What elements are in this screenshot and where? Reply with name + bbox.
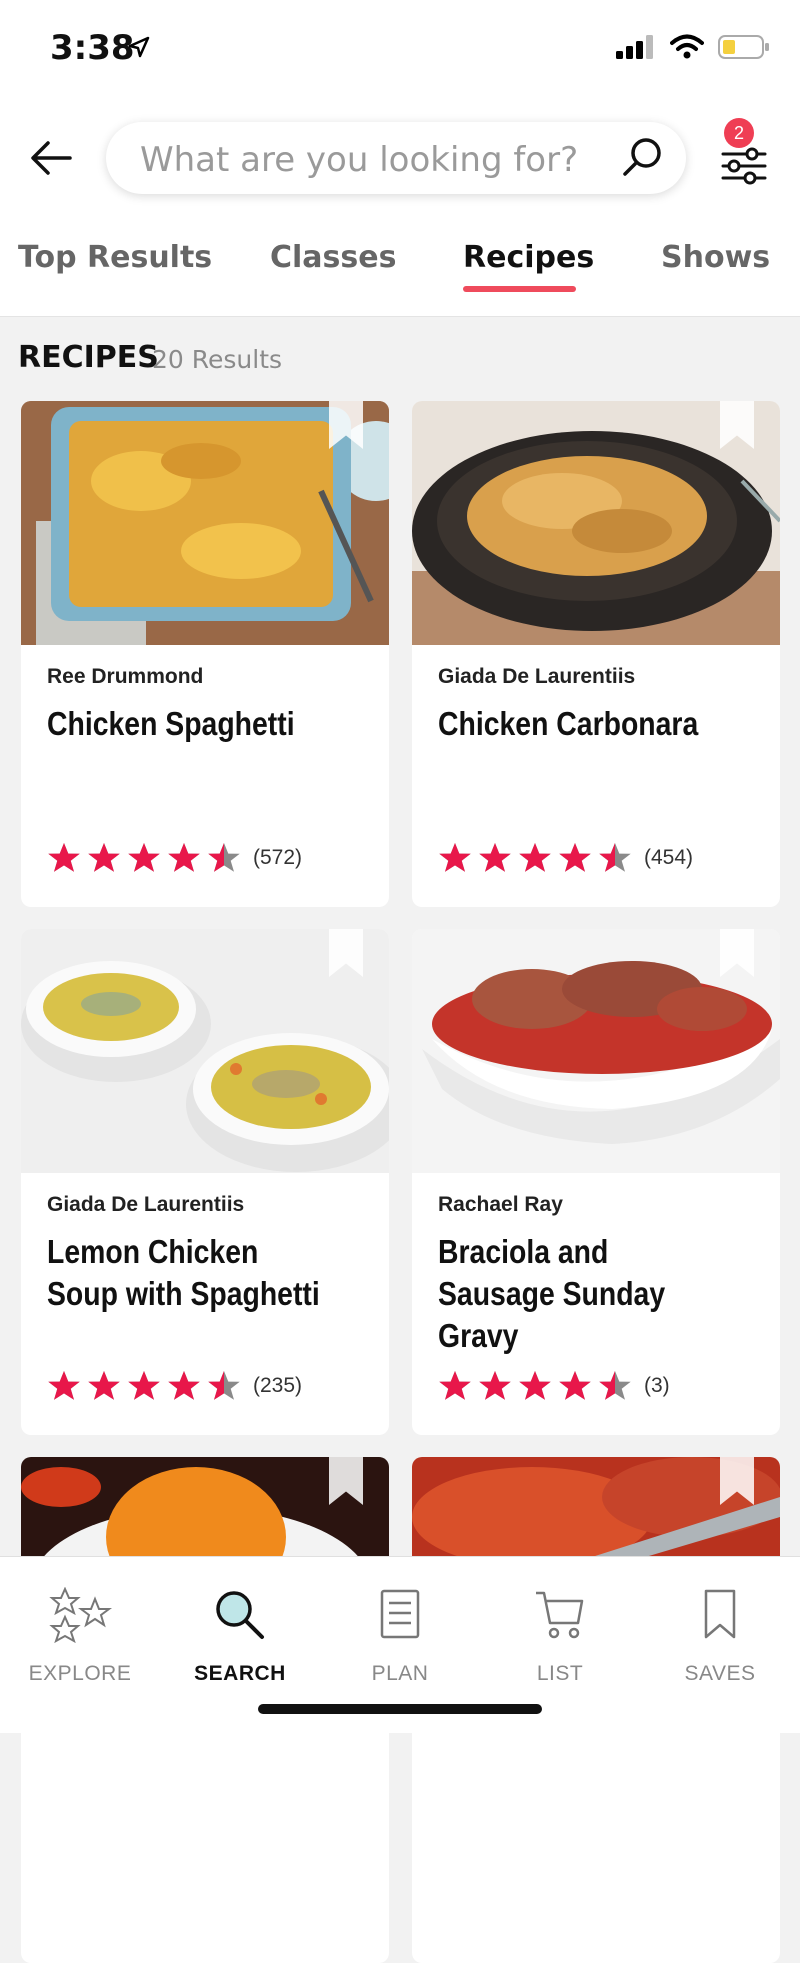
nav-label: EXPLORE: [28, 1662, 132, 1685]
results-count: 20 Results: [152, 345, 283, 374]
recipe-title[interactable]: Braciola and Sausage Sunday Gravy: [438, 1231, 713, 1357]
stars-icon: [49, 1586, 112, 1644]
rating-count: (454): [644, 846, 694, 869]
search-header: What are you looking for? 2: [0, 100, 800, 210]
star-full-icon: [439, 843, 471, 872]
recipe-card[interactable]: Rachael Ray Braciola and Sausage Sunday …: [412, 929, 780, 1435]
rating-count: (235): [253, 1374, 303, 1397]
star-rating: (235): [47, 1369, 302, 1403]
cart-icon: [536, 1591, 584, 1639]
recipe-title[interactable]: Chicken Spaghetti: [47, 703, 322, 745]
nav-label: SEARCH: [194, 1662, 286, 1685]
nav-label: SAVES: [684, 1662, 756, 1685]
star-full-icon: [559, 843, 591, 872]
recipe-title[interactable]: Lemon Chicken Soup with Spaghetti: [47, 1231, 322, 1315]
star-full-icon: [48, 843, 80, 872]
recipe-card[interactable]: Ree Drummond Chicken Spaghetti (572): [21, 401, 389, 907]
star-full-icon: [519, 1371, 551, 1400]
star-full-icon: [519, 843, 551, 872]
star-full-icon: [48, 1371, 80, 1400]
star-rating: (572): [47, 841, 302, 875]
active-tab-indicator: [463, 286, 576, 292]
battery-icon: [718, 35, 769, 59]
tab-recipes[interactable]: Recipes: [463, 240, 594, 275]
nav-saves[interactable]: SAVES: [650, 1587, 790, 1686]
rating-count: (572): [253, 846, 303, 869]
star-full-icon: [168, 1371, 200, 1400]
search-icon: [216, 1591, 264, 1639]
star-full-icon: [128, 1371, 160, 1400]
signal-icon: [616, 35, 653, 59]
recipe-author: Ree Drummond: [47, 665, 204, 688]
star-rating: (3): [438, 1369, 670, 1403]
back-arrow-icon[interactable]: [30, 138, 74, 178]
nav-list[interactable]: LIST: [490, 1587, 630, 1686]
result-tabs: Top Results Classes Recipes Shows: [0, 210, 800, 317]
nav-plan[interactable]: PLAN: [330, 1587, 470, 1686]
star-half-icon: [208, 1371, 240, 1400]
nav-label: LIST: [536, 1662, 584, 1685]
star-half-icon: [599, 843, 631, 872]
search-placeholder: What are you looking for?: [140, 140, 579, 180]
star-full-icon: [559, 1371, 591, 1400]
rating-count: (3): [644, 1374, 670, 1397]
nav-search[interactable]: SEARCH: [170, 1587, 310, 1686]
star-full-icon: [168, 843, 200, 872]
star-full-icon: [479, 1371, 511, 1400]
star-rating: (454): [438, 841, 693, 875]
status-time: 3:38: [50, 28, 135, 68]
recipe-author: Giada De Laurentiis: [438, 665, 636, 688]
recipe-card[interactable]: Giada De Laurentiis Lemon Chicken Soup w…: [21, 929, 389, 1435]
section-title: RECIPES: [18, 340, 159, 375]
search-icon[interactable]: [620, 136, 664, 180]
recipe-author: Rachael Ray: [438, 1193, 563, 1216]
star-full-icon: [88, 1371, 120, 1400]
bookmark-icon: [704, 1589, 736, 1639]
wifi-icon: [670, 34, 704, 59]
star-half-icon: [599, 1371, 631, 1400]
star-half-icon: [208, 843, 240, 872]
recipe-card[interactable]: Giada De Laurentiis Chicken Carbonara (4…: [412, 401, 780, 907]
tab-shows[interactable]: Shows: [661, 240, 770, 275]
nav-label: PLAN: [371, 1662, 429, 1685]
nav-explore[interactable]: EXPLORE: [10, 1586, 150, 1686]
document-icon: [380, 1589, 420, 1639]
star-full-icon: [128, 843, 160, 872]
filter-count-badge: 2: [724, 118, 754, 148]
star-full-icon: [88, 843, 120, 872]
recipe-author: Giada De Laurentiis: [47, 1193, 245, 1216]
star-full-icon: [439, 1371, 471, 1400]
home-indicator: [258, 1704, 542, 1714]
search-input[interactable]: What are you looking for?: [106, 122, 686, 194]
tab-classes[interactable]: Classes: [270, 240, 396, 275]
status-bar: 3:38: [0, 0, 800, 100]
recipe-title[interactable]: Chicken Carbonara: [438, 703, 713, 745]
tab-top-results[interactable]: Top Results: [18, 240, 212, 275]
location-arrow-icon: [128, 36, 150, 58]
star-full-icon: [479, 843, 511, 872]
